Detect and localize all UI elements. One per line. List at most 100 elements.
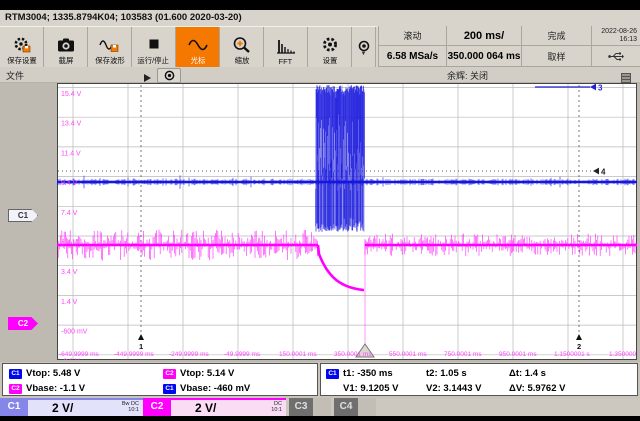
x-tick-label: 750.0001 ms <box>444 351 482 358</box>
toolbar-button-1[interactable]: 保存设置 <box>0 27 44 68</box>
x-tick-label: -249.9999 ms <box>169 351 209 358</box>
channel-probe: 10:1 <box>128 407 139 413</box>
cursor-result-v: V1: 9.1205 V <box>343 383 398 394</box>
record-circle-icon <box>358 40 370 52</box>
ref-marker-4-label: 4 <box>601 168 606 177</box>
x-tick-label: -649.9999 ms <box>59 351 99 358</box>
play-icon[interactable] <box>142 70 152 80</box>
channel-settings-c1[interactable]: 2 V/Bw DC10:1 <box>28 398 143 416</box>
y-tick-label: 9.4 V <box>61 180 78 187</box>
status-trigger-mode: 取样 <box>521 46 591 67</box>
y-tick-label: 7.4 V <box>61 210 78 217</box>
gear-icon <box>319 35 341 55</box>
toolbar-button-label: 设置 <box>322 55 337 65</box>
x-tick-label: 550.0001 ms <box>389 351 427 358</box>
cursor-wave-icon <box>187 35 209 55</box>
x-tick-label: -449.9999 ms <box>114 351 154 358</box>
gear-save-icon <box>11 35 33 55</box>
x-tick-label: 1.1500001 s <box>554 351 591 358</box>
y-tick-label: 1.4 V <box>61 299 78 306</box>
toolbar-button-label: 光标 <box>190 55 205 65</box>
toolbar-button-7[interactable]: FFT <box>264 27 308 68</box>
y-tick-label: 3.4 V <box>61 269 78 276</box>
fft-bars-icon <box>275 37 297 57</box>
file-bar: 文件 余辉: 关闭 <box>0 67 640 83</box>
toolbar-buttons: 保存设置 截屏 保存波形运行/停止光标 缩放 FFT 设置 <box>0 27 352 67</box>
zoom-plus-icon <box>231 35 253 55</box>
toolbar-button-label: 保存设置 <box>7 55 36 65</box>
file-bar-label: 文件 <box>6 69 24 82</box>
toolbar-button-label: FFT <box>279 57 292 65</box>
y-tick-label: 13.4 V <box>61 121 82 128</box>
status-date: 2022-08-26 <box>601 28 637 36</box>
graticule: 412315.4 V13.4 V11.4 V9.4 V7.4 V5.4 V3.4… <box>57 83 637 360</box>
status-sample-rate: 6.58 MSa/s <box>378 46 446 67</box>
chevron-down-icon: ▼ <box>361 52 367 56</box>
measurement-value: Vtop: 5.48 V <box>26 368 80 379</box>
cursor-result-t: Δt: 1.4 s <box>509 368 546 379</box>
channel-scale: 2 V/ <box>195 401 216 415</box>
channel-badge-c2: C2 <box>9 384 22 394</box>
cursor-2-label: 2 <box>577 342 581 351</box>
y-tick-label: 5.4 V <box>61 240 78 247</box>
channel-button-c1[interactable]: C1 <box>0 398 28 416</box>
status-datetime: 2022-08-26 16:13 <box>591 26 640 46</box>
cursor-results-box: C1 t1: -350 ms t2: 1.05 s Δt: 1.4 s V1: 9.12… <box>320 363 638 396</box>
channel-badge-c1: C1 <box>163 384 176 394</box>
window-title: RTM3004; 1335.8794K04; 103583 (01.600 20… <box>0 10 640 26</box>
y-tick-label: 11.4 V <box>61 150 81 157</box>
auto-measurements-box: C1Vtop: 5.48 VC2Vtop: 5.14 VC2Vbase: -1.… <box>2 363 318 396</box>
channel-scale: 2 V/ <box>52 401 73 415</box>
status-time: 16:13 <box>619 36 637 44</box>
status-acquisition-mode: 滚动 <box>378 26 446 46</box>
x-tick-label: -49.9999 ms <box>224 351 261 358</box>
persistence-status: 余辉: 关闭 <box>447 69 488 82</box>
measurement-panel: C1Vtop: 5.48 VC2Vtop: 5.14 VC2Vbase: -1.… <box>0 362 640 398</box>
oscilloscope-screen: RTM3004; 1335.8794K04; 103583 (01.600 20… <box>0 0 640 421</box>
channel-button-c3[interactable]: C3 <box>289 398 313 416</box>
toolbar-button-2[interactable]: 截屏 <box>44 27 88 68</box>
waveform-area: 412315.4 V13.4 V11.4 V9.4 V7.4 V5.4 V3.4… <box>0 83 640 362</box>
channel-bar: C12 V/Bw DC10:1C22 V/DC10:1C3 C4 <box>0 398 640 416</box>
toolbar-button-6[interactable]: 缩放 <box>220 27 264 68</box>
cursor-1-label: 1 <box>139 342 143 351</box>
toolbar-button-8[interactable]: 设置 <box>308 27 352 68</box>
channel-badge-c2: C2 <box>163 369 176 379</box>
toolbar-button-label: 保存波形 <box>95 55 124 65</box>
channel-button-c4[interactable]: C4 <box>334 398 358 416</box>
camera-icon <box>55 35 77 55</box>
usb-indicator <box>591 46 640 67</box>
wave-save-icon <box>99 35 121 55</box>
channel-badge-c1: C1 <box>326 369 339 379</box>
y-tick-label: -600 mV <box>61 329 88 336</box>
record-circle-icon <box>164 70 175 81</box>
channel-off-slot <box>313 398 331 416</box>
status-horizontal-position: 350.000 064 ms <box>446 46 521 67</box>
channel-settings-c2[interactable]: 2 V/DC10:1 <box>171 398 286 416</box>
x-tick-label: 950.0001 ms <box>499 351 537 358</box>
toolbar-button-label: 截屏 <box>58 55 73 65</box>
measurement-value: Vbase: -1.1 V <box>26 383 85 394</box>
toolbar-button-4[interactable]: 运行/停止 <box>132 27 176 68</box>
toolbar-button-3[interactable]: 保存波形 <box>88 27 132 68</box>
x-tick-label: 350.0001 ms <box>334 351 372 358</box>
y-tick-label: 15.4 V <box>61 91 82 98</box>
cursor-result-t: t1: -350 ms <box>343 368 393 379</box>
measurement-value: Vbase: -460 mV <box>180 383 250 394</box>
file-record-button[interactable] <box>157 68 181 83</box>
status-timebase: 200 ms/ <box>446 26 521 46</box>
toolbar-more-button[interactable]: ▼ <box>352 27 376 68</box>
toolbar-button-label: 缩放 <box>234 55 249 65</box>
channel-probe: 10:1 <box>271 407 282 413</box>
channel-badge-c1: C1 <box>9 369 22 379</box>
channel-tag-c1[interactable]: C1 <box>8 209 38 222</box>
channel-button-c2[interactable]: C2 <box>143 398 171 416</box>
stop-square-icon <box>143 35 165 55</box>
cursor-result-t: t2: 1.05 s <box>426 368 467 379</box>
channel-off-slot <box>358 398 376 416</box>
cursor-result-v: ΔV: 5.9762 V <box>509 383 565 394</box>
y-tick-label: -2.6 V <box>61 358 80 360</box>
usb-icon <box>608 52 624 61</box>
toolbar-button-5[interactable]: 光标 <box>176 27 220 68</box>
channel-tag-c2[interactable]: C2 <box>8 317 38 330</box>
